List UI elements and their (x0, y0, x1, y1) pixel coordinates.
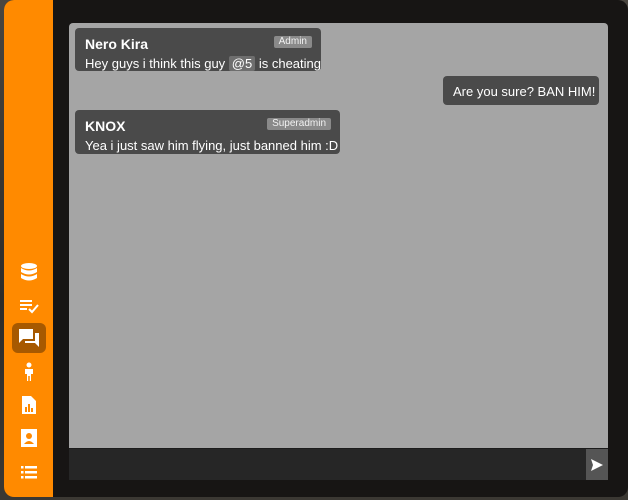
report-icon (22, 396, 36, 414)
sidebar-item-report[interactable] (12, 390, 46, 420)
chat-window: Nero Kira Admin Hey guys i think this gu… (69, 23, 608, 479)
person-icon (25, 362, 33, 381)
message-text: Yea i just saw him flying, just banned h… (85, 138, 339, 153)
checklist-icon (20, 300, 39, 314)
sidebar-item-checklist[interactable] (12, 291, 46, 321)
role-badge: Admin (273, 36, 312, 48)
chat-input[interactable] (69, 449, 584, 480)
sidebar-item-database[interactable] (12, 258, 46, 288)
sidebar-item-contact[interactable] (12, 423, 46, 453)
database-icon (21, 263, 37, 281)
message-text-part: Hey guys i think this guy (85, 56, 229, 71)
message-text: Are you sure? BAN HIM! (453, 84, 596, 99)
chat-input-bar (69, 448, 608, 480)
sidebar-item-list[interactable] (12, 457, 46, 487)
chat-message: KNOX Superadmin Yea i just saw him flyin… (75, 110, 340, 154)
list-icon (21, 466, 37, 479)
message-author: Nero Kira (85, 36, 149, 52)
chat-icon (19, 329, 39, 347)
own-chat-message: Are you sure? BAN HIM! (443, 76, 599, 105)
chat-message: Nero Kira Admin Hey guys i think this gu… (75, 28, 321, 71)
sidebar-item-player[interactable] (12, 357, 46, 387)
send-button[interactable] (586, 449, 608, 480)
sidebar (4, 0, 53, 497)
message-author: KNOX (85, 118, 126, 134)
role-badge: Superadmin (267, 118, 331, 130)
contact-card-icon (21, 429, 37, 447)
sidebar-item-chat[interactable] (12, 323, 46, 353)
message-text-part: is cheating (255, 56, 321, 71)
send-icon (591, 458, 603, 471)
message-text: Hey guys i think this guy @5 is cheating (85, 56, 321, 71)
player-mention[interactable]: @5 (228, 56, 256, 71)
